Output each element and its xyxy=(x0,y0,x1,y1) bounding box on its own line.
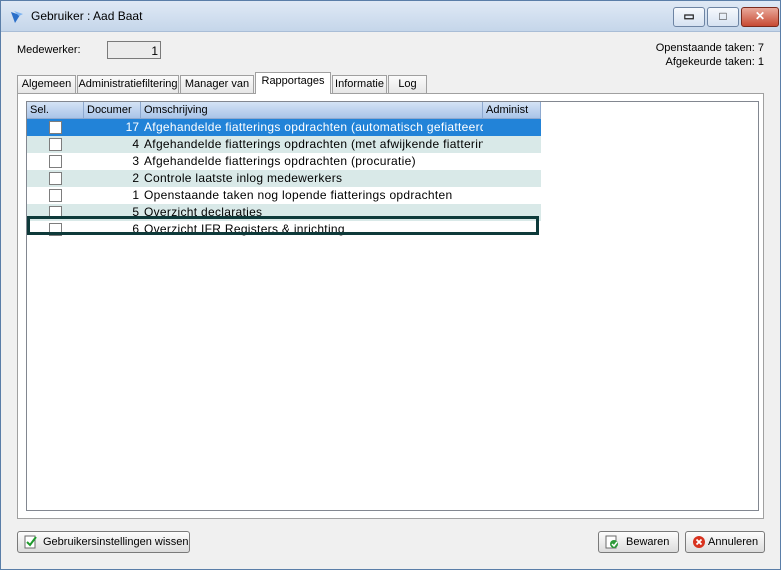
col-header-omschrijving[interactable]: Omschrijving xyxy=(141,102,483,118)
row-checkbox[interactable] xyxy=(49,172,62,185)
select-cell xyxy=(27,170,84,187)
tab-manager-van[interactable]: Manager van xyxy=(180,75,254,93)
row-checkbox[interactable] xyxy=(49,223,62,236)
minimize-button[interactable]: ▭ xyxy=(673,7,705,27)
medewerker-field[interactable]: 1 xyxy=(107,41,161,59)
report-description: Controle laatste inlog medewerkers xyxy=(144,171,343,185)
report-description: Afgehandelde fiatterings opdrachten (met… xyxy=(144,137,483,151)
row-checkbox[interactable] xyxy=(49,189,62,202)
save-icon xyxy=(605,535,618,549)
minimize-icon: ▭ xyxy=(683,9,695,23)
table-row[interactable]: 4 Afgehandelde fiatterings opdrachten (m… xyxy=(27,136,541,153)
row-checkbox[interactable] xyxy=(49,138,62,151)
select-cell xyxy=(27,204,84,221)
report-description: Afgehandelde fiatterings opdrachten (aut… xyxy=(144,120,483,134)
user-dialog-window: Gebruiker : Aad Baat ▭ □ ✕ Medewerker: 1… xyxy=(0,0,781,570)
cancel-label: Annuleren xyxy=(708,536,759,548)
app-logo-icon xyxy=(11,11,23,23)
select-cell xyxy=(27,153,84,170)
col-header-administratie[interactable]: Administ xyxy=(483,102,541,118)
cancel-icon xyxy=(693,536,705,548)
grid-header: Sel. Documer Omschrijving Administ xyxy=(27,102,541,119)
open-tasks-count: Openstaande taken: 7 xyxy=(655,42,764,54)
reports-grid[interactable]: Sel. Documer Omschrijving Administ 17 Af… xyxy=(26,101,759,511)
maximize-button[interactable]: □ xyxy=(707,7,739,27)
tab-administratiefiltering[interactable]: Administratiefiltering xyxy=(77,75,179,93)
tab-rapportages[interactable]: Rapportages xyxy=(255,72,331,94)
document-count: 2 xyxy=(132,171,139,185)
close-icon: ✕ xyxy=(754,9,766,23)
save-label: Bewaren xyxy=(626,536,670,548)
window-title: Gebruiker : Aad Baat xyxy=(31,9,143,23)
select-cell xyxy=(27,136,84,153)
close-button[interactable]: ✕ xyxy=(741,7,779,27)
cancel-button[interactable]: Annuleren xyxy=(685,531,765,553)
col-header-document[interactable]: Documer xyxy=(84,102,141,118)
document-count: 17 xyxy=(125,120,139,134)
row-checkbox[interactable] xyxy=(49,155,62,168)
table-row[interactable]: 1 Openstaande taken nog lopende fiatteri… xyxy=(27,187,541,204)
row-checkbox[interactable] xyxy=(49,121,62,134)
select-cell xyxy=(27,119,84,136)
document-count: 1 xyxy=(132,188,139,202)
report-description: Openstaande taken nog lopende fiattering… xyxy=(144,188,453,202)
row-checkbox[interactable] xyxy=(49,206,62,219)
save-button[interactable]: Bewaren xyxy=(598,531,679,553)
table-row[interactable]: 5 Overzicht declaraties xyxy=(27,204,541,221)
select-cell xyxy=(27,187,84,204)
select-cell xyxy=(27,221,84,238)
col-header-sel[interactable]: Sel. xyxy=(27,102,84,118)
reset-settings-button[interactable]: Gebruikersinstellingen wissen xyxy=(17,531,190,553)
table-row[interactable]: 6 Overzicht IFR Registers & inrichting xyxy=(27,221,541,238)
medewerker-label: Medewerker: xyxy=(17,44,81,56)
table-row[interactable]: 2 Controle laatste inlog medewerkers xyxy=(27,170,541,187)
tab-algemeen[interactable]: Algemeen xyxy=(17,75,76,93)
document-count: 5 xyxy=(132,205,139,219)
report-description: Overzicht IFR Registers & inrichting xyxy=(144,222,345,236)
report-description: Afgehandelde fiatterings opdrachten (pro… xyxy=(144,154,416,168)
tab-log[interactable]: Log xyxy=(388,75,427,93)
rapportages-panel: Sel. Documer Omschrijving Administ 17 Af… xyxy=(17,93,764,519)
title-bar[interactable]: Gebruiker : Aad Baat ▭ □ ✕ xyxy=(1,1,780,32)
document-count: 3 xyxy=(132,154,139,168)
document-count: 4 xyxy=(132,137,139,151)
report-description: Overzicht declaraties xyxy=(144,205,263,219)
rejected-tasks-count: Afgekeurde taken: 1 xyxy=(665,56,764,68)
checkmark-document-icon xyxy=(24,535,37,549)
tab-informatie[interactable]: Informatie xyxy=(332,75,387,93)
document-count: 6 xyxy=(132,222,139,236)
maximize-icon: □ xyxy=(719,9,727,23)
table-row[interactable]: 17 Afgehandelde fiatterings opdrachten (… xyxy=(27,119,541,136)
reset-settings-label: Gebruikersinstellingen wissen xyxy=(43,536,189,548)
table-row[interactable]: 3 Afgehandelde fiatterings opdrachten (p… xyxy=(27,153,541,170)
